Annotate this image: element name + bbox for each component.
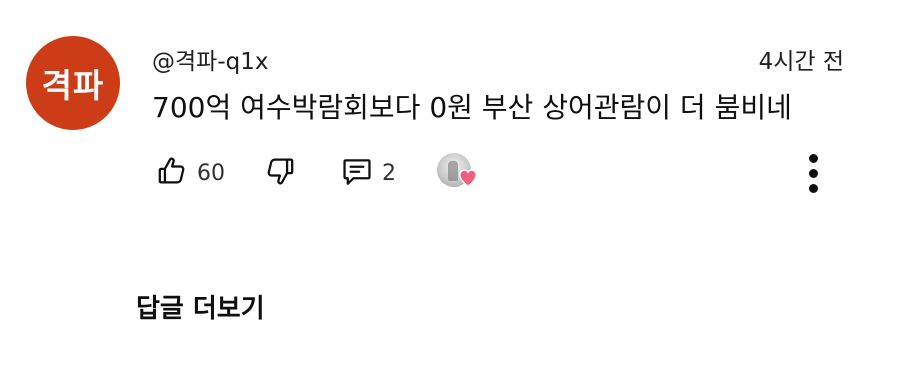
comment-text: 700억 여수박람회보다 0원 부산 상어관람이 더 붐비네 [152,91,792,124]
thumbs-down-icon [263,154,297,192]
author-avatar[interactable]: 격파 [26,36,120,130]
dislike-button[interactable] [263,150,297,196]
creator-heart-indicator [437,150,481,196]
heart-icon [459,169,477,187]
comment-icon [340,154,374,192]
like-count: 60 [197,160,225,186]
avatar-text: 격파 [41,66,105,105]
reply-count: 2 [382,160,396,186]
more-options-button[interactable] [795,152,831,194]
comment-action-bar: 60 2 [155,150,855,196]
reply-button[interactable]: 2 [340,150,396,196]
view-more-replies-button[interactable]: 답글 더보기 [136,288,265,325]
comment-timestamp[interactable]: 4시간 전 [759,42,844,76]
creator-heart-icon [437,151,481,195]
more-vert-icon [808,153,818,163]
author-handle[interactable]: @격파-q1x [152,42,268,76]
comment-thread: 격파 @격파-q1x 4시간 전 700억 여수박람회보다 0원 부산 상어관람… [0,0,900,365]
like-button[interactable]: 60 [155,150,225,196]
thumbs-up-icon [155,154,189,192]
